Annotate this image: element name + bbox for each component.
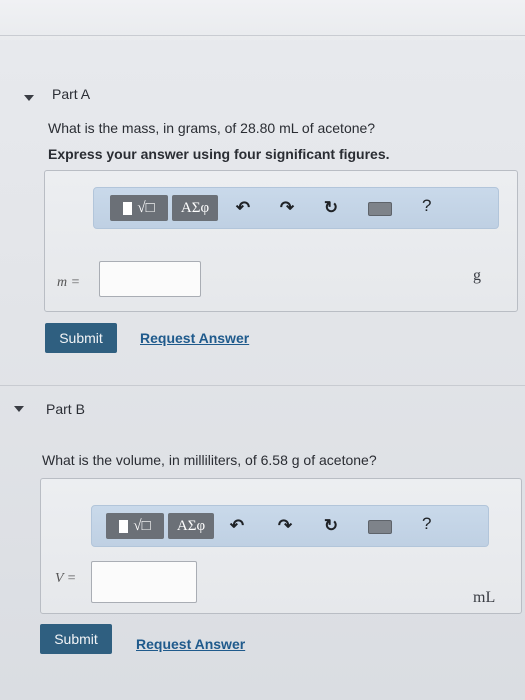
greek-symbols-button[interactable]: ΑΣφ bbox=[172, 195, 218, 221]
part-a-answer-input[interactable] bbox=[99, 261, 201, 297]
part-a-instruction: Express your answer using four significa… bbox=[48, 146, 390, 162]
undo-icon[interactable]: ↶ bbox=[232, 197, 254, 219]
part-b-unit: mL bbox=[473, 589, 496, 606]
part-b-math-toolbar: √□ ΑΣφ ↶ ↷ ↻ ? bbox=[91, 505, 489, 547]
part-b-variable-label: V = bbox=[55, 571, 77, 586]
section-divider bbox=[0, 385, 525, 386]
greek-symbols-button[interactable]: ΑΣφ bbox=[168, 513, 214, 539]
part-a-answer-box: √□ ΑΣφ ↶ ↷ ↻ ? m = g bbox=[44, 170, 518, 312]
part-b-answer-box: √□ ΑΣφ ↶ ↷ ↻ ? V = mL bbox=[40, 478, 522, 614]
part-a-label[interactable]: Part A bbox=[52, 86, 90, 102]
part-a-unit: g bbox=[473, 267, 481, 284]
undo-icon[interactable]: ↶ bbox=[226, 515, 248, 537]
collapse-part-a-icon[interactable] bbox=[24, 95, 34, 101]
part-b-request-answer-link[interactable]: Request Answer bbox=[136, 636, 245, 652]
help-icon[interactable]: ? bbox=[422, 514, 431, 534]
part-a-variable-label: m = bbox=[57, 275, 81, 290]
templates-button[interactable]: √□ bbox=[106, 513, 164, 539]
reset-icon[interactable]: ↻ bbox=[320, 197, 342, 219]
keyboard-icon[interactable] bbox=[368, 520, 392, 534]
reset-icon[interactable]: ↻ bbox=[320, 515, 342, 537]
part-b-question: What is the volume, in milliliters, of 6… bbox=[42, 452, 377, 468]
part-b-label[interactable]: Part B bbox=[46, 401, 85, 417]
part-a-submit-button[interactable]: Submit bbox=[45, 323, 117, 353]
redo-icon[interactable]: ↷ bbox=[274, 515, 296, 537]
templates-button[interactable]: √□ bbox=[110, 195, 168, 221]
help-icon[interactable]: ? bbox=[422, 196, 431, 216]
keyboard-icon[interactable] bbox=[368, 202, 392, 216]
part-a-math-toolbar: √□ ΑΣφ ↶ ↷ ↻ ? bbox=[93, 187, 499, 229]
collapse-part-b-icon[interactable] bbox=[14, 406, 24, 412]
page-header-band bbox=[0, 0, 525, 40]
part-b-submit-button[interactable]: Submit bbox=[40, 624, 112, 654]
redo-icon[interactable]: ↷ bbox=[276, 197, 298, 219]
part-a-question: What is the mass, in grams, of 28.80 mL … bbox=[48, 120, 376, 136]
part-b-answer-input[interactable] bbox=[91, 561, 197, 603]
part-a-request-answer-link[interactable]: Request Answer bbox=[140, 330, 249, 346]
